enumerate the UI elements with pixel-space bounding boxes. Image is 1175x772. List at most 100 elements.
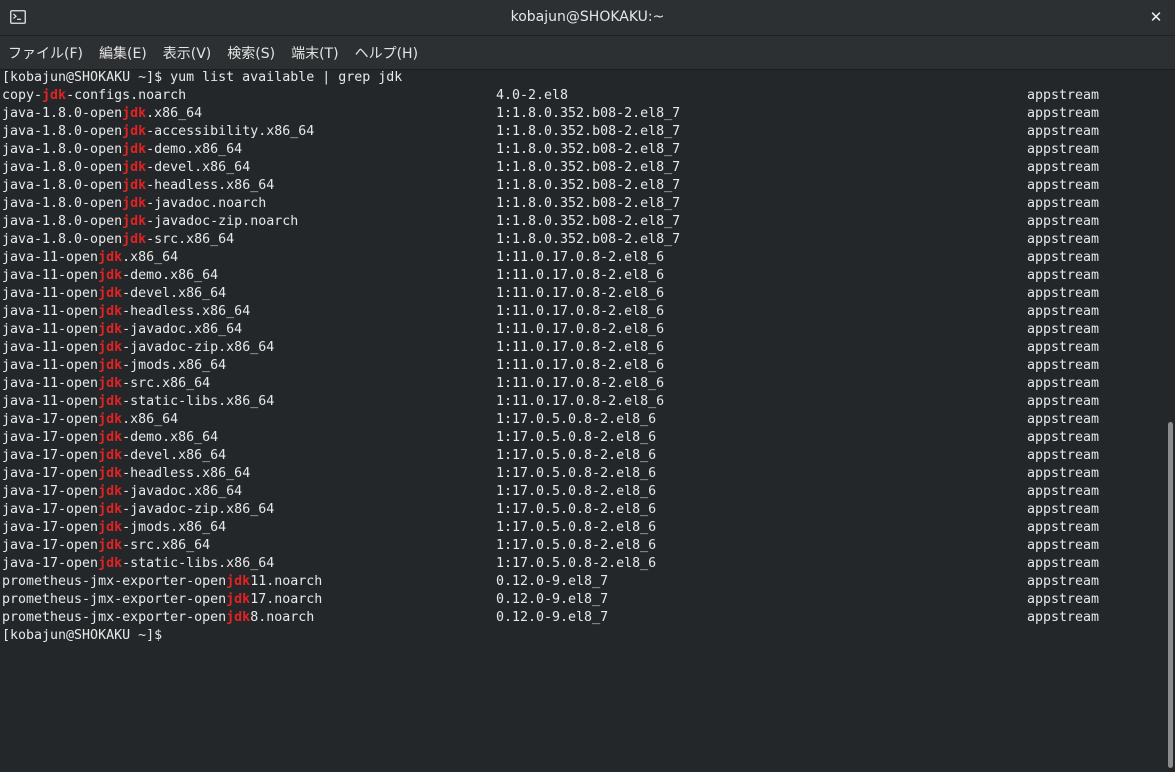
package-name-suffix: 17.noarch: [250, 592, 323, 607]
menu-file[interactable]: ファイル(F): [8, 43, 83, 63]
package-name-suffix: -headless.x86_64: [122, 466, 251, 481]
package-name: java-17-openjdk-javadoc.x86_64: [2, 483, 242, 501]
package-version: 1:11.0.17.0.8-2.el8_6: [496, 250, 665, 265]
package-repo: appstream: [1027, 340, 1100, 355]
package-version: 1:11.0.17.0.8-2.el8_6: [496, 376, 665, 391]
package-repo: appstream: [1027, 574, 1100, 589]
package-name-suffix: -devel.x86_64: [122, 286, 227, 301]
package-version: 1:1.8.0.352.b08-2.el8_7: [496, 106, 681, 121]
package-repo: appstream: [1027, 394, 1100, 409]
package-repo: appstream: [1027, 466, 1100, 481]
package-name-suffix: -accessibility.x86_64: [146, 124, 315, 139]
package-repo: appstream: [1027, 286, 1100, 301]
match-highlight: jdk: [226, 574, 251, 589]
package-name-suffix: .x86_64: [122, 250, 179, 265]
package-version: 4.0-2.el8: [496, 88, 569, 103]
package-version: 1:11.0.17.0.8-2.el8_6: [496, 304, 665, 319]
package-name: java-11-openjdk-demo.x86_64: [2, 267, 218, 285]
package-repo: appstream: [1027, 592, 1100, 607]
package-version: 1:17.0.5.0.8-2.el8_6: [496, 484, 657, 499]
package-version: 1:11.0.17.0.8-2.el8_6: [496, 394, 665, 409]
package-name-prefix: java-17-open: [2, 520, 99, 535]
package-name: java-11-openjdk-devel.x86_64: [2, 285, 226, 303]
package-name: java-1.8.0-openjdk-accessibility.x86_64: [2, 123, 314, 141]
package-repo: appstream: [1027, 484, 1100, 499]
package-version: 1:1.8.0.352.b08-2.el8_7: [496, 196, 681, 211]
package-version: 1:17.0.5.0.8-2.el8_6: [496, 520, 657, 535]
package-name-prefix: java-11-open: [2, 322, 99, 337]
match-highlight: jdk: [98, 412, 123, 427]
package-name: java-17-openjdk-demo.x86_64: [2, 429, 218, 447]
match-highlight: jdk: [42, 88, 67, 103]
package-version: 1:1.8.0.352.b08-2.el8_7: [496, 142, 681, 157]
package-repo: appstream: [1027, 304, 1100, 319]
match-highlight: jdk: [98, 556, 123, 571]
match-highlight: jdk: [98, 340, 123, 355]
package-version: 1:17.0.5.0.8-2.el8_6: [496, 556, 657, 571]
package-version: 1:17.0.5.0.8-2.el8_6: [496, 448, 657, 463]
match-highlight: jdk: [98, 520, 123, 535]
package-name: java-17-openjdk-jmods.x86_64: [2, 519, 226, 537]
package-name-suffix: -configs.noarch: [66, 88, 187, 103]
package-name-suffix: -javadoc-zip.x86_64: [122, 340, 275, 355]
package-name-prefix: copy-: [2, 88, 43, 103]
package-name: java-17-openjdk-src.x86_64: [2, 537, 210, 555]
terminal-output[interactable]: [kobajun@SHOKAKU ~]$ yum list available …: [0, 70, 1166, 772]
package-version: 1:1.8.0.352.b08-2.el8_7: [496, 232, 681, 247]
package-version: 1:11.0.17.0.8-2.el8_6: [496, 340, 665, 355]
package-repo: appstream: [1027, 232, 1100, 247]
package-version: 0.12.0-9.el8_7: [496, 574, 609, 589]
package-name-suffix: -javadoc-zip.x86_64: [122, 502, 275, 517]
package-version: 1:11.0.17.0.8-2.el8_6: [496, 322, 665, 337]
package-name-prefix: java-17-open: [2, 556, 99, 571]
close-icon[interactable]: ✕: [1147, 8, 1165, 26]
menu-search[interactable]: 検索(S): [227, 43, 275, 63]
package-name-suffix: -src.x86_64: [146, 232, 235, 247]
package-name-prefix: java-17-open: [2, 448, 99, 463]
match-highlight: jdk: [98, 250, 123, 265]
package-name-prefix: java-17-open: [2, 430, 99, 445]
package-name: java-1.8.0-openjdk-javadoc-zip.noarch: [2, 213, 298, 231]
package-name-prefix: java-1.8.0-open: [2, 160, 123, 175]
match-highlight: jdk: [226, 610, 251, 625]
shell-prompt: [kobajun@SHOKAKU ~]$: [2, 628, 163, 643]
scrollbar-thumb[interactable]: [1168, 422, 1173, 768]
menu-edit[interactable]: 編集(E): [99, 43, 147, 63]
package-name-suffix: -devel.x86_64: [146, 160, 251, 175]
package-name-prefix: java-11-open: [2, 286, 99, 301]
package-version: 1:11.0.17.0.8-2.el8_6: [496, 286, 665, 301]
package-name-suffix: -headless.x86_64: [146, 178, 275, 193]
package-version: 1:17.0.5.0.8-2.el8_6: [496, 538, 657, 553]
title-bar[interactable]: kobajun@SHOKAKU:~ ✕: [0, 0, 1175, 36]
package-repo: appstream: [1027, 322, 1100, 337]
scrollbar[interactable]: [1166, 70, 1175, 772]
package-repo: appstream: [1027, 448, 1100, 463]
package-repo: appstream: [1027, 502, 1100, 517]
menu-view[interactable]: 表示(V): [163, 43, 212, 63]
package-repo: appstream: [1027, 520, 1100, 535]
package-repo: appstream: [1027, 160, 1100, 175]
window-title: kobajun@SHOKAKU:~: [510, 9, 665, 25]
match-highlight: jdk: [122, 178, 147, 193]
package-name-suffix: 8.noarch: [250, 610, 315, 625]
terminal-window: kobajun@SHOKAKU:~ ✕ ファイル(F) 編集(E) 表示(V) …: [0, 0, 1175, 772]
package-version: 1:1.8.0.352.b08-2.el8_7: [496, 124, 681, 139]
match-highlight: jdk: [98, 286, 123, 301]
package-name-suffix: 11.noarch: [250, 574, 323, 589]
match-highlight: jdk: [98, 268, 123, 283]
package-repo: appstream: [1027, 214, 1100, 229]
package-name-prefix: java-11-open: [2, 376, 99, 391]
menu-help[interactable]: ヘルプ(H): [355, 43, 418, 63]
match-highlight: jdk: [98, 448, 123, 463]
package-name: java-17-openjdk-static-libs.x86_64: [2, 555, 274, 573]
package-name-suffix: -devel.x86_64: [122, 448, 227, 463]
package-name: java-1.8.0-openjdk.x86_64: [2, 105, 202, 123]
package-name-prefix: java-17-open: [2, 484, 99, 499]
package-name: java-1.8.0-openjdk-javadoc.noarch: [2, 195, 266, 213]
package-name: java-11-openjdk-javadoc.x86_64: [2, 321, 242, 339]
package-repo: appstream: [1027, 124, 1100, 139]
package-name-prefix: java-1.8.0-open: [2, 214, 123, 229]
package-repo: appstream: [1027, 106, 1100, 121]
menu-terminal[interactable]: 端末(T): [291, 43, 338, 63]
package-repo: appstream: [1027, 376, 1100, 391]
